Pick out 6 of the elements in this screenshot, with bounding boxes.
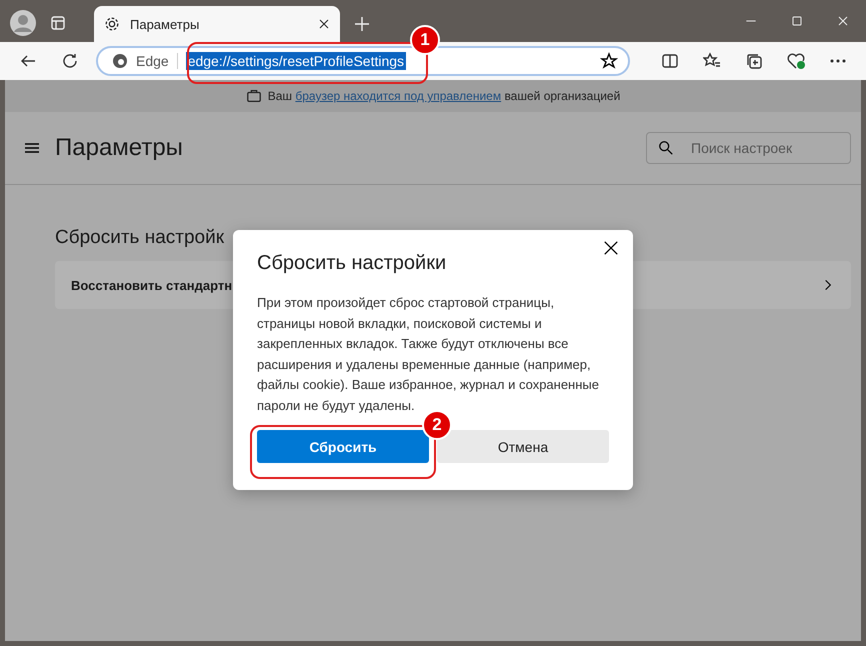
section-title: Сбросить настройк xyxy=(55,227,224,249)
step-number: 1 xyxy=(410,25,440,55)
site-label: Edge xyxy=(136,53,178,69)
dialog-title: Сбросить настройки xyxy=(257,252,448,275)
page-title: Параметры xyxy=(55,134,184,162)
managed-notice: Ваш браузер находится под управлением вашей организацией xyxy=(268,89,620,103)
